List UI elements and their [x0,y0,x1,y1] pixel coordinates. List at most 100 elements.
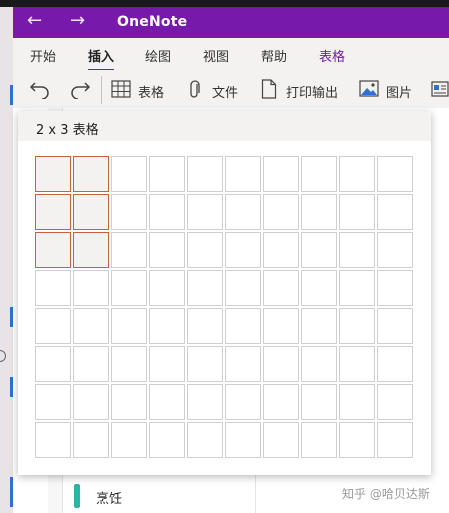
table-grid-cell[interactable] [149,422,185,458]
table-grid-cell[interactable] [35,384,71,420]
table-grid-cell[interactable] [111,422,147,458]
picture-icon[interactable] [359,80,379,98]
table-grid-cell[interactable] [301,384,337,420]
table-grid-cell[interactable] [339,194,375,230]
table-grid-cell[interactable] [263,194,299,230]
tab-help[interactable]: 帮助 [261,46,287,65]
redo-icon[interactable] [69,79,91,99]
table-grid-cell[interactable] [111,384,147,420]
table-grid-cell[interactable] [339,422,375,458]
file-button-label[interactable]: 文件 [212,82,238,101]
table-grid-cell[interactable] [377,384,413,420]
paperclip-icon[interactable] [188,80,202,100]
table-grid-cell[interactable] [73,156,109,192]
table-grid-cell[interactable] [73,422,109,458]
arrow-right-icon[interactable]: → [70,11,85,31]
tab-insert[interactable]: 插入 [88,46,115,71]
table-grid-cell[interactable] [35,308,71,344]
table-grid-cell[interactable] [377,232,413,268]
arrow-left-icon[interactable]: ← [27,11,42,31]
table-grid-cell[interactable] [111,156,147,192]
table-grid-cell[interactable] [263,270,299,306]
table-grid-cell[interactable] [111,194,147,230]
table-grid-cell[interactable] [377,422,413,458]
table-grid-cell[interactable] [339,346,375,382]
title-bar: ← → OneNote [13,7,449,38]
table-grid-cell[interactable] [301,270,337,306]
table-grid-cell[interactable] [263,384,299,420]
table-grid-cell[interactable] [339,156,375,192]
table-grid-cell[interactable] [35,156,71,192]
table-grid-cell[interactable] [73,194,109,230]
table-grid-cell[interactable] [301,422,337,458]
table-grid-cell[interactable] [149,232,185,268]
table-grid-cell[interactable] [339,308,375,344]
table-grid-cell[interactable] [35,232,71,268]
table-grid-cell[interactable] [111,346,147,382]
table-grid-cell[interactable] [149,346,185,382]
table-grid-cell[interactable] [187,232,223,268]
table-grid-cell[interactable] [263,422,299,458]
table-grid-cell[interactable] [187,308,223,344]
table-grid-cell[interactable] [187,384,223,420]
tab-draw[interactable]: 绘图 [145,46,171,65]
table-grid-cell[interactable] [301,194,337,230]
table-grid-cell[interactable] [111,270,147,306]
table-grid-cell[interactable] [225,270,261,306]
table-grid-cell[interactable] [263,346,299,382]
table-grid-cell[interactable] [225,194,261,230]
table-grid-cell[interactable] [187,422,223,458]
table-grid-cell[interactable] [339,232,375,268]
table-grid-cell[interactable] [73,270,109,306]
table-grid-cell[interactable] [301,232,337,268]
table-grid-cell[interactable] [263,308,299,344]
table-grid-cell[interactable] [339,270,375,306]
table-grid-cell[interactable] [187,270,223,306]
table-grid-cell[interactable] [187,346,223,382]
table-grid-cell[interactable] [225,156,261,192]
table-grid-cell[interactable] [73,308,109,344]
table-grid-cell[interactable] [149,308,185,344]
table-grid-cell[interactable] [149,156,185,192]
tab-home[interactable]: 开始 [30,46,56,65]
table-grid-cell[interactable] [225,346,261,382]
tab-view[interactable]: 视图 [203,46,229,65]
table-grid-cell[interactable] [111,232,147,268]
table-grid-cell[interactable] [301,156,337,192]
table-grid-cell[interactable] [225,232,261,268]
tab-table[interactable]: 表格 [319,46,345,65]
table-grid-cell[interactable] [301,308,337,344]
table-grid-cell[interactable] [377,346,413,382]
table-grid-cell[interactable] [225,308,261,344]
table-grid-cell[interactable] [301,346,337,382]
table-grid-cell[interactable] [73,232,109,268]
table-grid-cell[interactable] [149,194,185,230]
table-grid-cell[interactable] [225,384,261,420]
undo-icon[interactable] [29,79,51,99]
table-grid-cell[interactable] [73,346,109,382]
table-grid-cell[interactable] [187,156,223,192]
table-grid-cell[interactable] [111,308,147,344]
table-grid-cell[interactable] [35,422,71,458]
table-icon[interactable] [111,80,131,98]
table-grid-cell[interactable] [263,232,299,268]
table-grid-cell[interactable] [339,384,375,420]
table-grid-cell[interactable] [263,156,299,192]
table-button-label[interactable]: 表格 [138,82,164,101]
table-grid-cell[interactable] [35,346,71,382]
table-grid-cell[interactable] [149,384,185,420]
table-grid-cell[interactable] [35,270,71,306]
table-grid-cell[interactable] [225,422,261,458]
table-grid-cell[interactable] [377,194,413,230]
table-grid-cell[interactable] [73,384,109,420]
table-grid-cell[interactable] [377,308,413,344]
document-icon[interactable] [261,79,277,99]
table-grid-cell[interactable] [35,194,71,230]
printout-button-label[interactable]: 打印输出 [286,82,338,101]
table-grid-cell[interactable] [377,270,413,306]
picture-button-label[interactable]: 图片 [386,82,412,101]
table-grid-cell[interactable] [377,156,413,192]
more-insert-icon[interactable] [431,80,449,98]
table-grid-cell[interactable] [149,270,185,306]
table-grid-cell[interactable] [187,194,223,230]
